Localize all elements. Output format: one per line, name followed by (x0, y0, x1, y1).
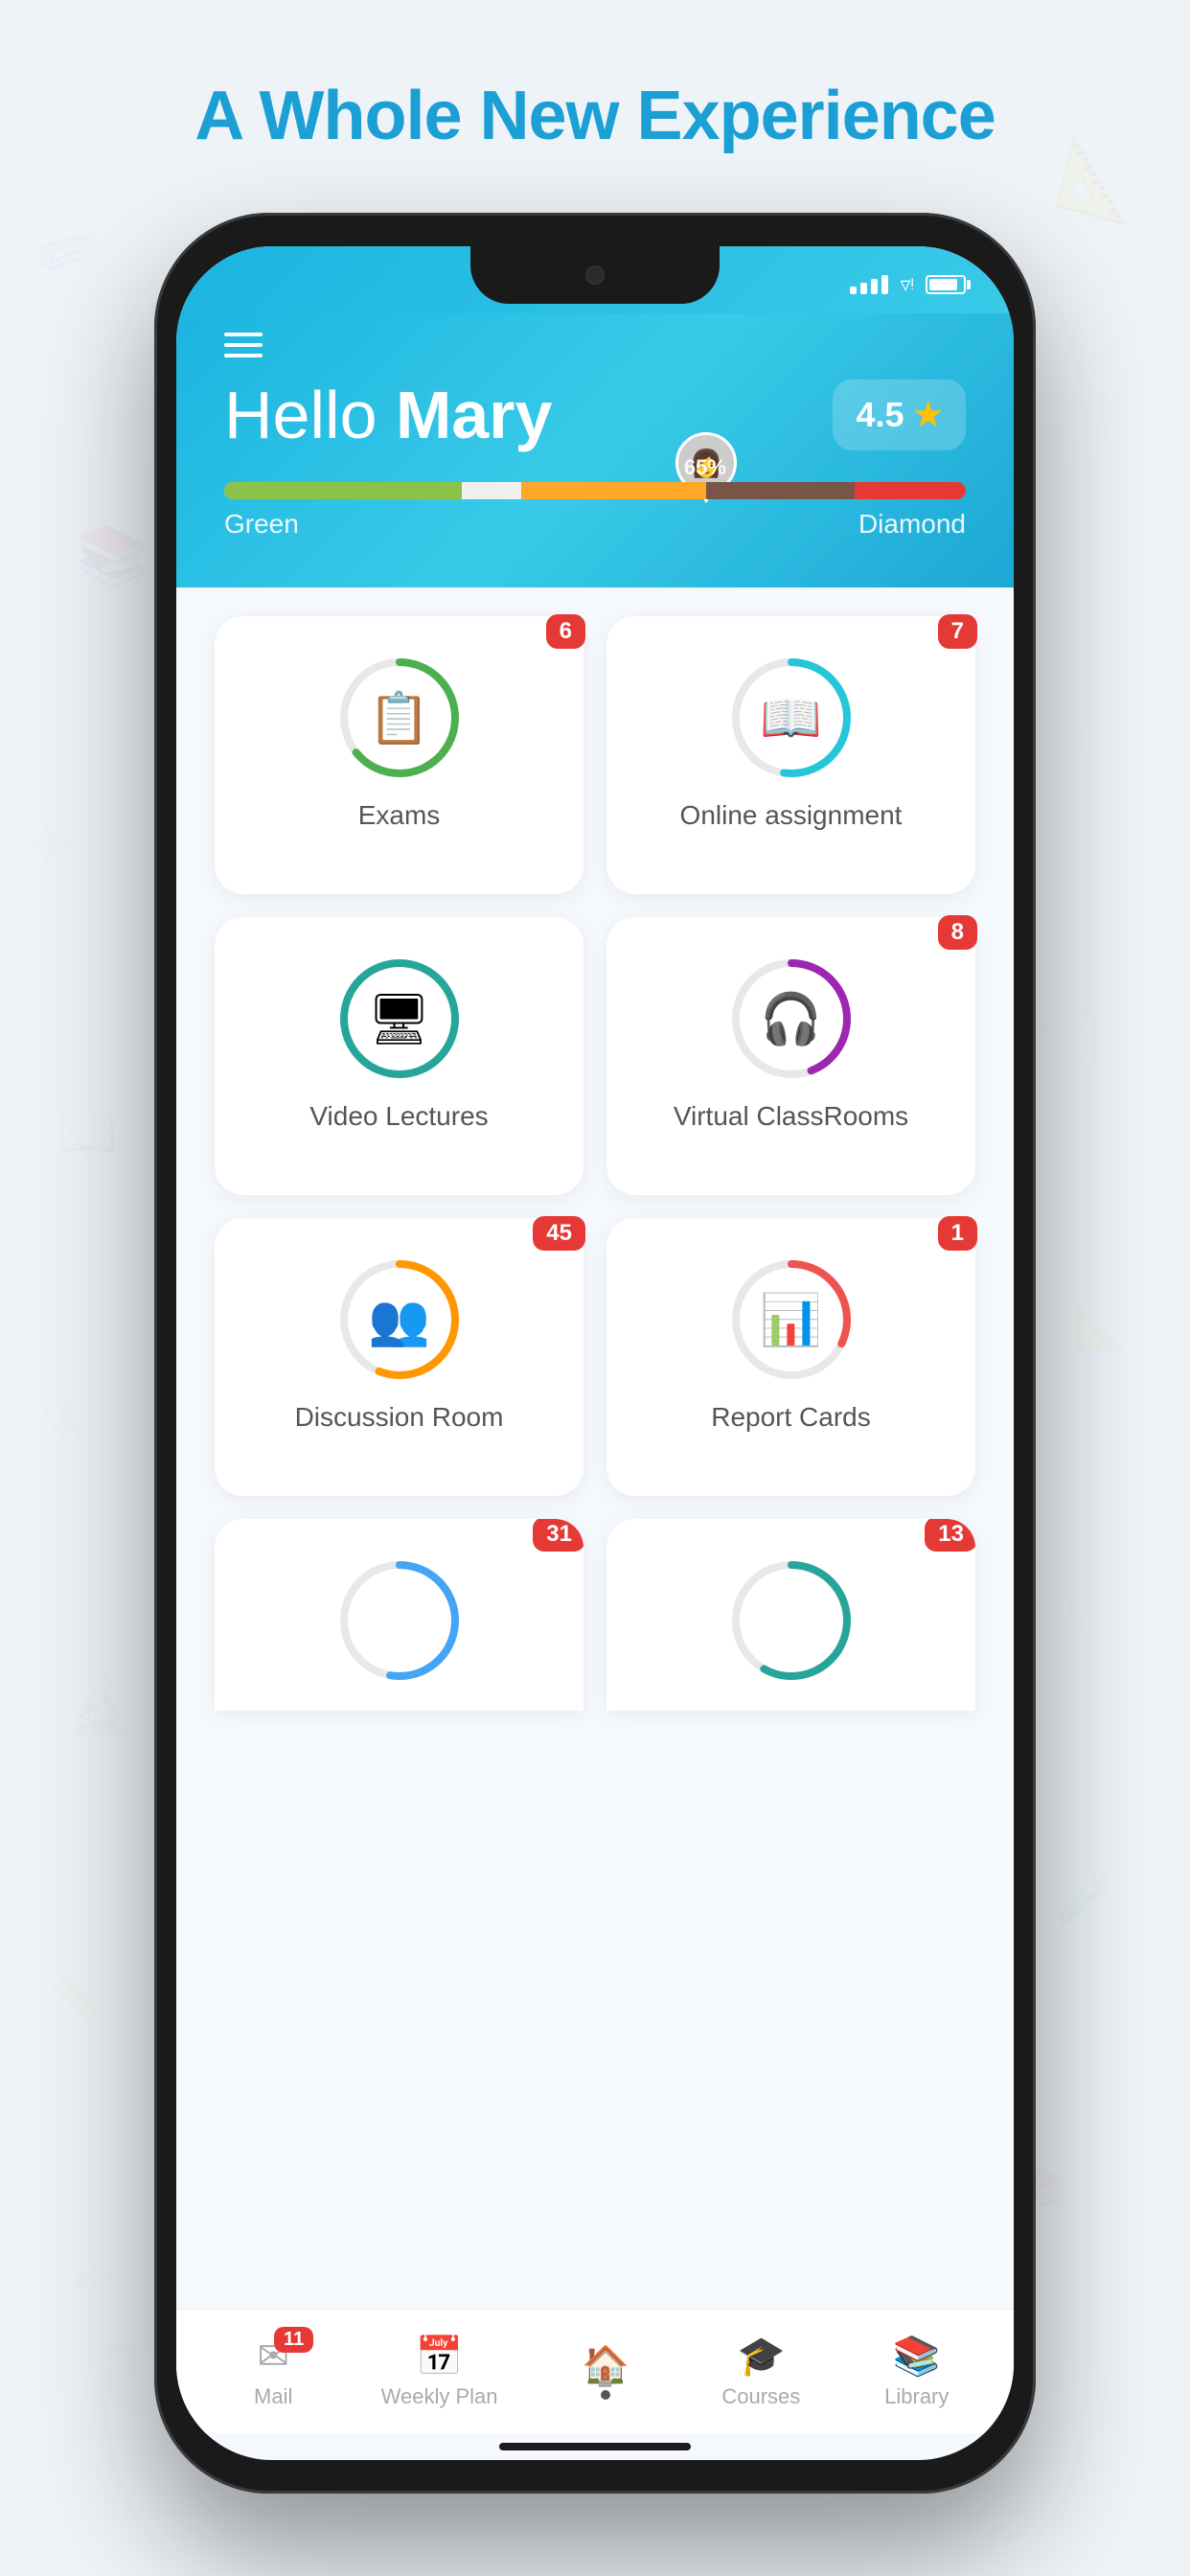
nav-item-courses[interactable]: 🎓 Courses (713, 2334, 809, 2409)
star-icon: ★ (914, 396, 943, 434)
phone-shell: ▿ᵎ Hello Mary 4.5 ★ (154, 213, 1036, 2494)
greeting-text: Hello Mary (224, 377, 552, 453)
badge-discussion-room: 45 (533, 1216, 585, 1251)
badge-exams: 6 (546, 614, 585, 649)
partial-cards-row: 31 13 (215, 1519, 975, 1711)
partial-card-right[interactable]: 13 (606, 1519, 975, 1711)
svg-text:✏: ✏ (1041, 704, 1104, 779)
card-discussion-room[interactable]: 45 👥 Discussion Room (215, 1218, 584, 1496)
video-lectures-icon-circle: 🖥 (332, 952, 467, 1086)
page-title: A Whole New Experience (195, 77, 995, 155)
rating-badge: 4.5 ★ (833, 380, 966, 450)
wifi-icon: ▿ᵎ (900, 272, 914, 297)
badge-online-assignment: 7 (938, 614, 977, 649)
phone-screen: ▿ᵎ Hello Mary 4.5 ★ (176, 246, 1014, 2460)
exams-label: Exams (358, 800, 441, 831)
online-assignment-icon: 📖 (760, 689, 822, 748)
virtual-classrooms-label: Virtual ClassRooms (674, 1101, 908, 1132)
weekly-plan-label: Weekly Plan (381, 2384, 498, 2409)
svg-text:📚: 📚 (77, 523, 149, 588)
svg-text:✈: ✈ (1041, 1589, 1097, 1653)
report-cards-icon-circle: 📊 (724, 1253, 858, 1387)
mail-label: Mail (254, 2384, 292, 2409)
nav-item-weekly-plan[interactable]: 📅 Weekly Plan (381, 2334, 498, 2409)
video-lectures-icon: 🖥 (367, 990, 430, 1048)
battery-icon (926, 275, 966, 294)
video-lectures-label: Video Lectures (309, 1101, 488, 1132)
svg-text:🧪: 🧪 (1054, 1874, 1113, 1927)
discussion-room-icon-circle: 👥 (332, 1253, 467, 1387)
badge-report-cards: 1 (938, 1216, 977, 1251)
online-assignment-label: Online assignment (680, 800, 903, 831)
weekly-plan-icon: 📅 (416, 2334, 464, 2379)
card-video-lectures[interactable]: 🖥 Video Lectures (215, 917, 584, 1195)
svg-text:📖: 📖 (57, 1107, 117, 1161)
app-header: Hello Mary 4.5 ★ 👩 65% (176, 313, 1014, 587)
svg-text:⚗: ⚗ (38, 1394, 81, 1448)
discussion-room-label: Discussion Room (295, 1402, 504, 1433)
mail-badge: 11 (274, 2327, 313, 2353)
virtual-classrooms-icon: 🎧 (760, 990, 822, 1048)
svg-text:✈: ✈ (29, 815, 73, 874)
virtual-classrooms-icon-circle: 🎧 (724, 952, 858, 1086)
svg-text:✏: ✏ (24, 200, 113, 303)
courses-icon: 🎓 (737, 2334, 785, 2379)
home-indicator (499, 2443, 691, 2450)
badge-partial-left: 31 (533, 1519, 584, 1552)
nav-item-mail[interactable]: 11 ✉ Mail (225, 2334, 321, 2409)
signal-icon (850, 275, 888, 294)
menu-button[interactable] (224, 333, 272, 357)
notch (470, 246, 720, 304)
report-cards-icon: 📊 (760, 1291, 822, 1349)
progress-container: 👩 65% Green Diamond (224, 482, 966, 540)
status-icons: ▿ᵎ (850, 272, 966, 297)
content-area: 6 📋 Exams 7 (176, 587, 1014, 2309)
svg-text:📐: 📐 (1050, 132, 1151, 228)
camera-dot (585, 265, 605, 285)
nav-item-home[interactable]: 🏠 (558, 2343, 653, 2400)
home-active-dot (601, 2390, 610, 2400)
svg-text:📏: 📏 (48, 1973, 102, 2022)
card-online-assignment[interactable]: 7 📖 Online assignment (606, 616, 975, 894)
svg-text:🗂: 🗂 (1035, 1006, 1102, 1066)
home-icon: 🏠 (582, 2343, 629, 2388)
library-icon: 📚 (893, 2334, 941, 2379)
card-virtual-classrooms[interactable]: 8 🎧 Virtual ClassRooms (606, 917, 975, 1195)
partial-card-left[interactable]: 31 (215, 1519, 584, 1711)
exams-icon: 📋 (368, 689, 430, 748)
svg-text:📐: 📐 (1073, 1302, 1127, 1351)
progress-bar (224, 482, 966, 499)
cards-grid: 6 📋 Exams 7 (215, 616, 975, 1496)
nav-item-library[interactable]: 📚 Library (869, 2334, 965, 2409)
progress-percent: 65% (684, 455, 726, 480)
courses-label: Courses (721, 2384, 800, 2409)
bottom-navigation: 11 ✉ Mail 📅 Weekly Plan 🏠 🎓 Courses 📚 Li… (176, 2309, 1014, 2433)
svg-text:🔬: 🔬 (67, 1675, 132, 1737)
library-label: Library (884, 2384, 949, 2409)
progress-labels: Green Diamond (224, 509, 966, 540)
exams-icon-circle: 📋 (332, 651, 467, 785)
report-cards-label: Report Cards (711, 1402, 871, 1433)
svg-text:✏: ✏ (69, 2250, 118, 2310)
greeting-row: Hello Mary 4.5 ★ (224, 377, 966, 453)
badge-virtual-classrooms: 8 (938, 915, 977, 950)
discussion-room-icon: 👥 (368, 1291, 430, 1349)
card-report-cards[interactable]: 1 📊 Report Cards (606, 1218, 975, 1496)
badge-partial-right: 13 (925, 1519, 975, 1552)
card-exams[interactable]: 6 📋 Exams (215, 616, 584, 894)
online-assignment-icon-circle: 📖 (724, 651, 858, 785)
